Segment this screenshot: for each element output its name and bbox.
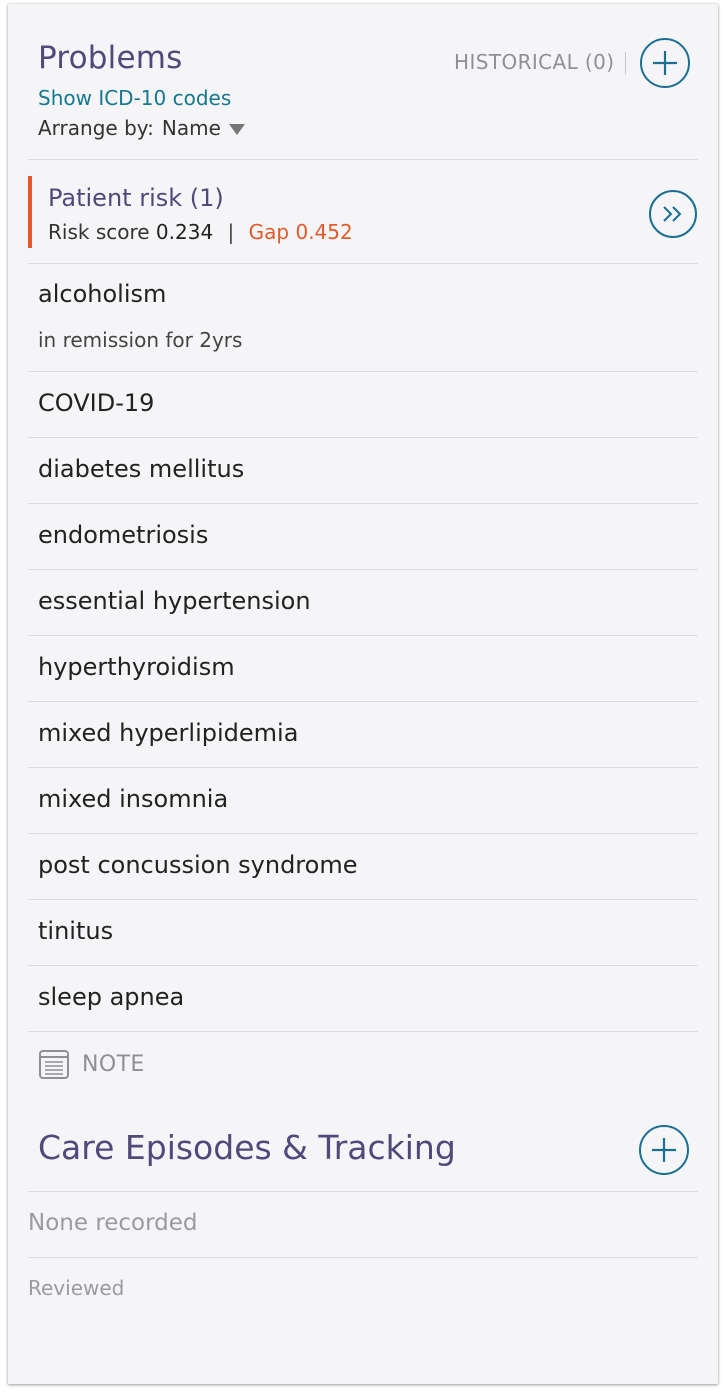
reviewed-text: Reviewed — [28, 1276, 125, 1300]
problem-item[interactable]: hyperthyroidism — [38, 653, 235, 681]
problem-item[interactable]: alcoholism — [38, 280, 166, 308]
risk-separator: | — [227, 220, 235, 244]
plus-circle-icon — [652, 1138, 676, 1162]
divider — [28, 833, 698, 834]
plus-circle-icon — [653, 51, 677, 75]
double-chevron-right-icon — [663, 206, 682, 222]
divider — [28, 159, 698, 160]
divider — [28, 503, 698, 504]
triangle-down-icon — [228, 123, 245, 135]
problem-item[interactable]: tinitus — [38, 917, 113, 945]
patient-risk-title[interactable]: Patient risk (1) — [48, 184, 224, 212]
problem-item[interactable]: essential hypertension — [38, 587, 311, 615]
none-recorded-text: None recorded — [28, 1210, 198, 1236]
show-icd10-link[interactable]: Show ICD-10 codes — [38, 86, 231, 110]
divider — [28, 767, 698, 768]
problem-item[interactable]: mixed hyperlipidemia — [38, 719, 298, 747]
note-icon — [39, 1050, 69, 1079]
gap-label: Gap — [248, 220, 290, 244]
divider — [28, 569, 698, 570]
divider — [28, 437, 698, 438]
problem-item-note: in remission for 2yrs — [38, 328, 243, 352]
header-divider — [625, 52, 626, 74]
arrange-by-value: Name — [161, 116, 221, 140]
open-risk-button[interactable] — [649, 190, 697, 238]
divider — [28, 635, 698, 636]
problem-item[interactable]: sleep apnea — [38, 983, 184, 1011]
divider — [28, 371, 698, 372]
divider — [28, 701, 698, 702]
note-label: NOTE — [82, 1051, 145, 1077]
problems-panel: Problems Show ICD-10 codes Arrange by: N… — [8, 4, 718, 1384]
risk-score-line: Risk score 0.234 | Gap 0.452 — [48, 220, 353, 244]
divider — [28, 263, 698, 264]
arrange-by-label: Arrange by: — [38, 116, 154, 140]
add-care-episode-button[interactable] — [639, 1125, 689, 1175]
add-note-button[interactable]: NOTE — [38, 1048, 145, 1080]
divider — [28, 1191, 698, 1192]
problem-item[interactable]: COVID-19 — [38, 389, 154, 417]
divider — [28, 899, 698, 900]
risk-score-label: Risk score — [48, 220, 150, 244]
divider — [28, 965, 698, 966]
problem-item[interactable]: post concussion syndrome — [38, 851, 357, 879]
divider — [28, 1031, 698, 1032]
arrange-by-dropdown[interactable]: Arrange by: Name — [38, 116, 245, 140]
gap-value: 0.452 — [295, 220, 353, 244]
historical-link[interactable]: HISTORICAL (0) — [454, 50, 614, 74]
problem-item[interactable]: endometriosis — [38, 521, 208, 549]
problems-title: Problems — [38, 40, 183, 76]
divider — [28, 1257, 698, 1258]
risk-indicator-bar — [28, 176, 32, 248]
problem-item[interactable]: diabetes mellitus — [38, 455, 244, 483]
risk-score-value: 0.234 — [155, 220, 214, 244]
add-problem-button[interactable] — [640, 38, 690, 88]
problem-item[interactable]: mixed insomnia — [38, 785, 228, 813]
care-episodes-title: Care Episodes & Tracking — [38, 1128, 456, 1167]
